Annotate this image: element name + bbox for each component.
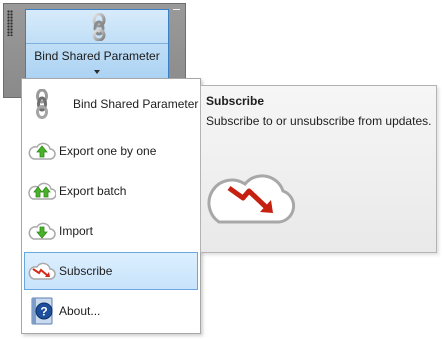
- chevron-down-icon: [94, 70, 100, 74]
- menu-item-bind-shared-parameter[interactable]: Bind Shared Parameter: [24, 85, 198, 123]
- panel-grip-handle[interactable]: [7, 10, 13, 36]
- menu-item-export-one-by-one[interactable]: Export one by one: [24, 132, 198, 170]
- tooltip: Subscribe Subscribe to or unsubscribe fr…: [200, 85, 437, 253]
- help-book-icon: ?: [25, 295, 59, 327]
- menu-item-export-batch[interactable]: Export batch: [24, 172, 198, 210]
- bind-shared-parameter-split-button[interactable]: Bind Shared Parameter: [25, 9, 169, 84]
- menu-item-label: About...: [59, 304, 101, 318]
- chain-link-icon: [92, 13, 106, 41]
- menu-item-label: Export batch: [59, 184, 127, 198]
- menu-item-about[interactable]: ? About...: [24, 292, 198, 330]
- menu-item-label: Bind Shared Parameter: [73, 97, 199, 111]
- cloud-upload-icon: [25, 135, 59, 167]
- menu-item-subscribe[interactable]: Subscribe: [24, 252, 198, 290]
- chain-link-icon: [25, 88, 59, 120]
- dropdown-menu: Bind Shared Parameter Export one by one …: [21, 78, 201, 334]
- menu-item-label: Export one by one: [59, 144, 157, 158]
- split-button-label: Bind Shared Parameter: [34, 49, 160, 63]
- cloud-subscribe-icon: [207, 174, 296, 224]
- menu-item-label: Subscribe: [59, 264, 113, 278]
- svg-text:?: ?: [40, 305, 47, 319]
- cloud-subscribe-icon: [25, 255, 59, 287]
- cloud-download-icon: [25, 215, 59, 247]
- split-button-main[interactable]: [26, 10, 168, 44]
- cloud-upload-batch-icon: [25, 175, 59, 207]
- tooltip-description: Subscribe to or unsubscribe from updates…: [206, 114, 432, 128]
- menu-item-label: Import: [59, 224, 94, 238]
- panel-pin-icon[interactable]: [172, 8, 181, 17]
- menu-item-import[interactable]: Import: [24, 212, 198, 250]
- tooltip-title: Subscribe: [206, 94, 265, 108]
